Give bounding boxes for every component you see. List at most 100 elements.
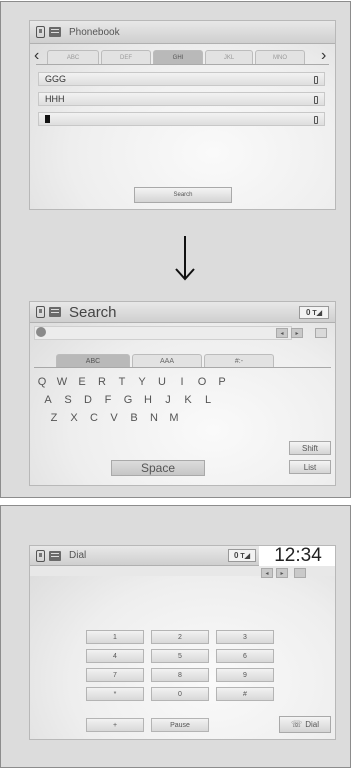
cursor-right-button[interactable]: ▸ xyxy=(291,328,303,338)
tab-def[interactable]: DEF xyxy=(101,50,151,65)
keypad-key[interactable]: 9 xyxy=(216,668,274,682)
search-title-bar: Search xyxy=(30,302,335,323)
shift-button[interactable]: Shift xyxy=(289,441,331,455)
dial-button[interactable]: ☏ Dial xyxy=(279,716,331,733)
number-display xyxy=(30,566,335,576)
keypad-key[interactable]: # xyxy=(216,687,274,701)
contact-row[interactable]: HHH xyxy=(38,92,325,106)
backspace-button[interactable]: ◂ xyxy=(261,568,273,578)
tab-aaa[interactable]: AAA xyxy=(132,354,202,368)
tab-jkl[interactable]: JKL xyxy=(205,50,253,65)
key-z[interactable]: Z xyxy=(46,411,62,425)
key-w[interactable]: W xyxy=(54,375,70,389)
plus-button[interactable]: + xyxy=(86,718,144,732)
list-button[interactable]: List xyxy=(289,460,331,474)
key-f[interactable]: F xyxy=(100,393,116,407)
tab-symbols[interactable]: #:- xyxy=(204,354,274,368)
delete-button[interactable] xyxy=(294,568,306,578)
key-u[interactable]: U xyxy=(154,375,170,389)
key-v[interactable]: V xyxy=(106,411,122,425)
mobile-phone-icon xyxy=(314,96,318,104)
phonebook-icon xyxy=(49,550,61,561)
key-c[interactable]: C xyxy=(86,411,102,425)
search-title: Search xyxy=(69,303,117,321)
keypad-key[interactable]: 8 xyxy=(151,668,209,682)
contact-row-empty[interactable] xyxy=(38,112,325,126)
mobile-phone-icon xyxy=(314,116,318,124)
signal-count: 0 xyxy=(305,308,311,317)
signal-indicator: 0 T◢ xyxy=(299,306,329,319)
key-b[interactable]: B xyxy=(126,411,142,425)
key-g[interactable]: G xyxy=(120,393,136,407)
dial-panel: Dial 0 T◢ 12:34 ◂ ▸ 1 2 3 4 5 6 7 8 9 * 0 # + Pause… xyxy=(0,505,351,768)
key-q[interactable]: Q xyxy=(34,375,50,389)
key-k[interactable]: K xyxy=(180,393,196,407)
text-cursor xyxy=(45,115,50,123)
search-input[interactable] xyxy=(34,326,292,340)
contact-name: GGG xyxy=(45,74,67,84)
globe-icon[interactable] xyxy=(36,327,46,337)
phone-icon xyxy=(36,306,45,318)
keypad-key[interactable]: 1 xyxy=(86,630,144,644)
key-i[interactable]: I xyxy=(174,375,190,389)
keypad-key[interactable]: 2 xyxy=(151,630,209,644)
phonebook-title-bar: Phonebook xyxy=(30,21,335,44)
tab-abc[interactable]: ABC xyxy=(47,50,99,65)
phonebook-tabs: ABC DEF GHI JKL MNO xyxy=(47,50,307,65)
keypad-key[interactable]: 3 xyxy=(216,630,274,644)
contact-row[interactable]: GGG xyxy=(38,72,325,86)
dial-screen: Dial 0 T◢ 12:34 ◂ ▸ 1 2 3 4 5 6 7 8 9 * 0 # + Pause… xyxy=(29,545,336,740)
pause-button[interactable]: Pause xyxy=(151,718,209,732)
down-arrow-icon xyxy=(175,236,195,281)
dial-title: Dial xyxy=(69,550,87,561)
signal-count: 0 xyxy=(233,551,239,560)
phonebook-icon xyxy=(49,27,61,37)
keypad-key[interactable]: 4 xyxy=(86,649,144,663)
chevron-right-icon[interactable]: › xyxy=(321,48,326,64)
phonebook-screen: Phonebook ‹ ABC DEF GHI JKL MNO › GGG HH… xyxy=(29,20,336,210)
key-p[interactable]: P xyxy=(214,375,230,389)
key-j[interactable]: J xyxy=(160,393,176,407)
keypad-key[interactable]: 0 xyxy=(151,687,209,701)
keypad-key[interactable]: 7 xyxy=(86,668,144,682)
key-e[interactable]: E xyxy=(74,375,90,389)
key-n[interactable]: N xyxy=(146,411,162,425)
dial-button-label: Dial xyxy=(305,720,320,729)
keypad-key[interactable]: * xyxy=(86,687,144,701)
signal-indicator: 0 T◢ xyxy=(228,549,256,562)
signal-bars-icon: T◢ xyxy=(240,552,251,560)
tab-mno[interactable]: MNO xyxy=(255,50,305,65)
mobile-phone-icon xyxy=(314,76,318,84)
space-button[interactable]: Space xyxy=(111,460,205,476)
clock: 12:34 xyxy=(259,546,335,566)
key-t[interactable]: T xyxy=(114,375,130,389)
tab-abc[interactable]: ABC xyxy=(56,354,130,368)
phonebook-title: Phonebook xyxy=(69,26,120,38)
handset-icon: ☏ xyxy=(290,719,303,729)
keyboard-tabs: ABC AAA #:- xyxy=(56,354,276,368)
keypad-key[interactable]: 5 xyxy=(151,649,209,663)
key-m[interactable]: M xyxy=(166,411,182,425)
phonebook-search-panel: Phonebook ‹ ABC DEF GHI JKL MNO › GGG HH… xyxy=(0,1,351,498)
keypad-key[interactable]: 6 xyxy=(216,649,274,663)
key-s[interactable]: S xyxy=(60,393,76,407)
signal-bars-icon: T◢ xyxy=(312,309,323,317)
tab-ghi[interactable]: GHI xyxy=(153,50,203,65)
backspace-button[interactable]: ◂ xyxy=(276,328,288,338)
key-a[interactable]: A xyxy=(40,393,56,407)
key-o[interactable]: O xyxy=(194,375,210,389)
chevron-left-icon[interactable]: ‹ xyxy=(34,48,39,64)
key-y[interactable]: Y xyxy=(134,375,150,389)
phonebook-icon xyxy=(49,307,61,317)
key-x[interactable]: X xyxy=(66,411,82,425)
search-button[interactable]: Search xyxy=(134,187,232,203)
contact-name: HHH xyxy=(45,94,65,104)
key-d[interactable]: D xyxy=(80,393,96,407)
delete-button[interactable] xyxy=(315,328,327,338)
key-h[interactable]: H xyxy=(140,393,156,407)
cursor-right-button[interactable]: ▸ xyxy=(276,568,288,578)
key-l[interactable]: L xyxy=(200,393,216,407)
search-screen: Search 0 T◢ ◂ ▸ ABC AAA #:- QWERTYUIOP A… xyxy=(29,301,336,486)
phone-icon xyxy=(36,26,45,38)
key-r[interactable]: R xyxy=(94,375,110,389)
